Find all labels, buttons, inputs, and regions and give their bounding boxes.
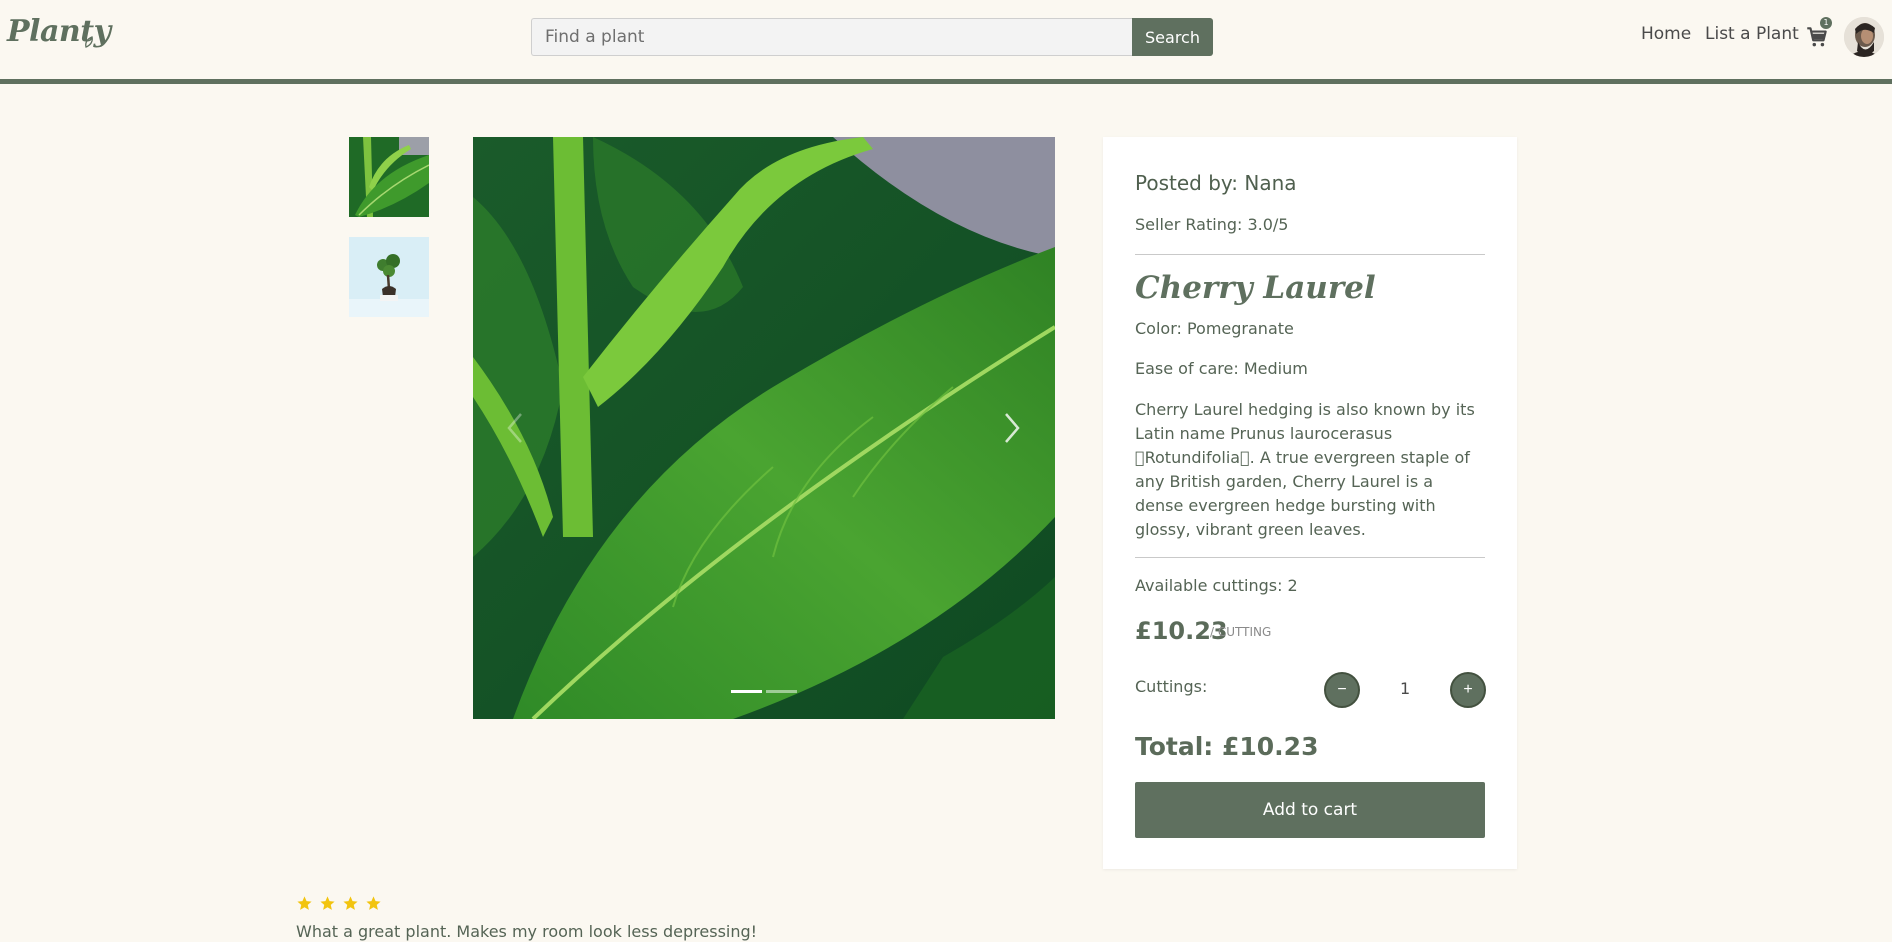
bonsai-tree-thumbnail — [349, 237, 429, 317]
increase-quantity-button[interactable]: + — [1450, 672, 1486, 708]
cuttings-label: Cuttings: — [1135, 677, 1208, 696]
plant-color: Color: Pomegranate — [1135, 319, 1294, 338]
plant-description: Cherry Laurel hedging is also known by i… — [1135, 400, 1475, 539]
review-text: What a great plant. Makes my room look l… — [296, 922, 758, 941]
star-icon — [343, 896, 358, 910]
cherry-laurel-leaf-thumbnail — [349, 137, 429, 217]
carousel-indicator-1[interactable] — [731, 690, 762, 693]
cherry-laurel-photo — [473, 137, 1055, 719]
star-icon — [320, 896, 335, 910]
search-button[interactable]: Search — [1132, 18, 1213, 56]
carousel-indicator-2[interactable] — [766, 690, 797, 693]
quantity-value: 1 — [1400, 679, 1411, 698]
thumbnail-leaf[interactable] — [349, 137, 429, 217]
planty-logo[interactable]: Planty — [7, 14, 111, 49]
seller-rating: Seller Rating: 3.0/5 — [1135, 215, 1289, 234]
add-to-cart-button[interactable]: Add to cart — [1135, 782, 1485, 838]
search-input[interactable] — [531, 18, 1132, 56]
nav-list-plant-link[interactable]: List a Plant — [1705, 24, 1799, 50]
avatar-image — [1844, 17, 1884, 57]
plant-name: Cherry Laurel — [1135, 270, 1376, 306]
user-avatar[interactable] — [1844, 17, 1884, 57]
review-stars — [296, 895, 382, 912]
divider — [1135, 557, 1485, 558]
star-icon — [366, 896, 381, 910]
decrease-quantity-button[interactable]: − — [1324, 672, 1360, 708]
divider — [1135, 254, 1485, 255]
search-bar: Search — [531, 18, 1213, 56]
total-price: Total: £10.23 — [1135, 732, 1319, 761]
carousel-prev-icon[interactable] — [503, 408, 529, 448]
available-cuttings: Available cuttings: 2 — [1135, 576, 1298, 595]
leaf-icon — [85, 36, 93, 48]
main-plant-image — [473, 137, 1055, 719]
nav-home-link[interactable]: Home — [1641, 24, 1691, 50]
price-unit: / CUTTING — [1210, 625, 1272, 639]
ease-of-care: Ease of care: Medium — [1135, 359, 1308, 378]
navbar: Planty Search Home List a Plant 1 — [0, 0, 1892, 84]
thumbnail-bonsai[interactable] — [349, 237, 429, 317]
posted-by: Posted by: Nana — [1135, 171, 1297, 195]
cart-count-badge: 1 — [1820, 17, 1832, 29]
star-icon — [297, 896, 312, 910]
carousel-next-icon[interactable] — [998, 408, 1024, 448]
